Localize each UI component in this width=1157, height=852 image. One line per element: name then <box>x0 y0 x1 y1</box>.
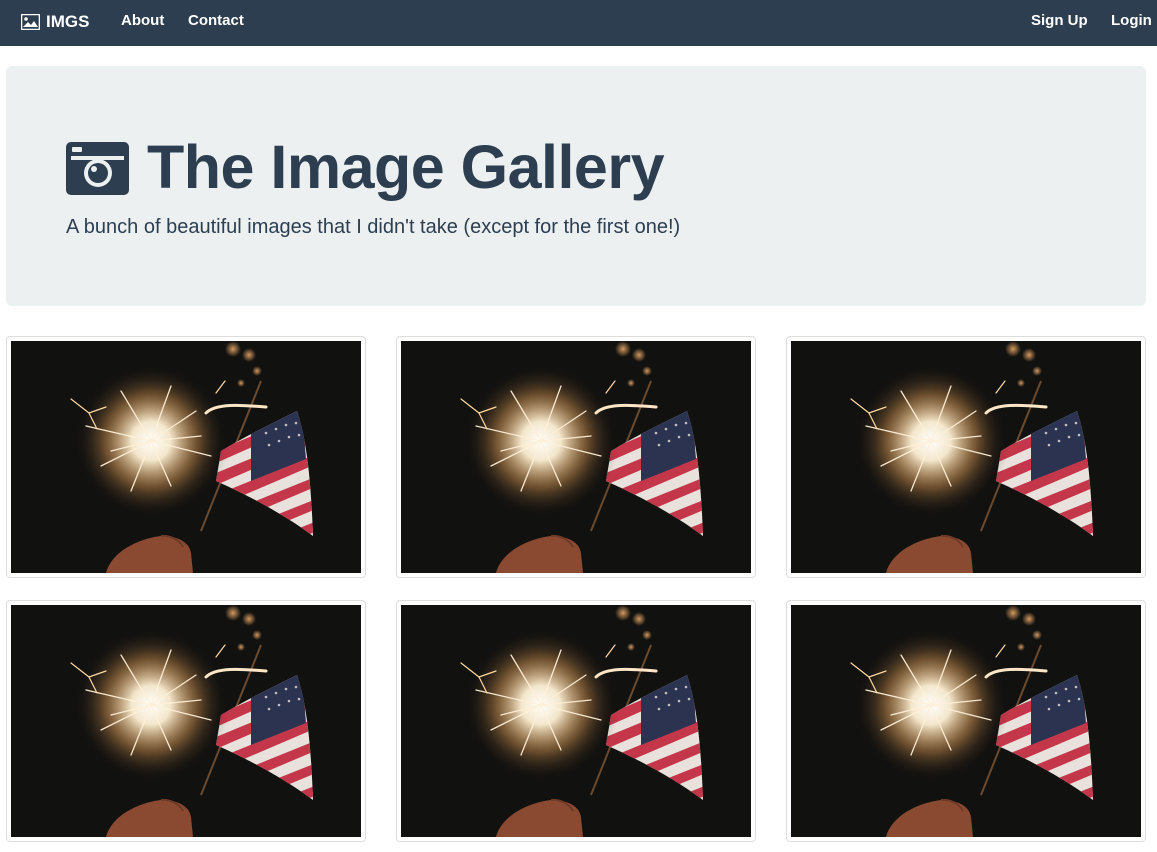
nav-link-login[interactable]: Login <box>1111 0 1152 42</box>
gallery-thumbnail[interactable] <box>6 600 366 842</box>
jumbotron: The Image Gallery A bunch of beautiful i… <box>6 66 1146 306</box>
gallery-thumbnail[interactable] <box>396 336 756 578</box>
navbar: IMGS About Contact Sign Up Login <box>0 0 1157 46</box>
gallery-thumbnail[interactable] <box>786 600 1146 842</box>
page-subtitle: A bunch of beautiful images that I didn'… <box>66 216 681 238</box>
nav-link-sign-up[interactable]: Sign Up <box>1031 0 1088 42</box>
nav-link-about[interactable]: About <box>121 0 164 42</box>
page-header: The Image Gallery <box>66 133 665 201</box>
gallery-thumbnail[interactable] <box>786 336 1146 578</box>
nav-link-contact[interactable]: Contact <box>188 0 244 42</box>
sparkler-flag-photo <box>791 341 1141 573</box>
sparkler-flag-photo <box>401 605 751 837</box>
sparkler-flag-photo <box>11 341 361 573</box>
gallery-thumbnail[interactable] <box>396 600 756 842</box>
gallery-thumbnail[interactable] <box>6 336 366 578</box>
image-icon <box>21 14 40 30</box>
sparkler-flag-photo <box>791 605 1141 837</box>
sparkler-flag-photo <box>11 605 361 837</box>
brand-label: IMGS <box>46 12 90 31</box>
page-title: The Image Gallery <box>147 133 665 201</box>
camera-icon <box>66 141 129 195</box>
sparkler-flag-photo <box>401 341 751 573</box>
navbar-brand[interactable]: IMGS <box>21 0 89 44</box>
